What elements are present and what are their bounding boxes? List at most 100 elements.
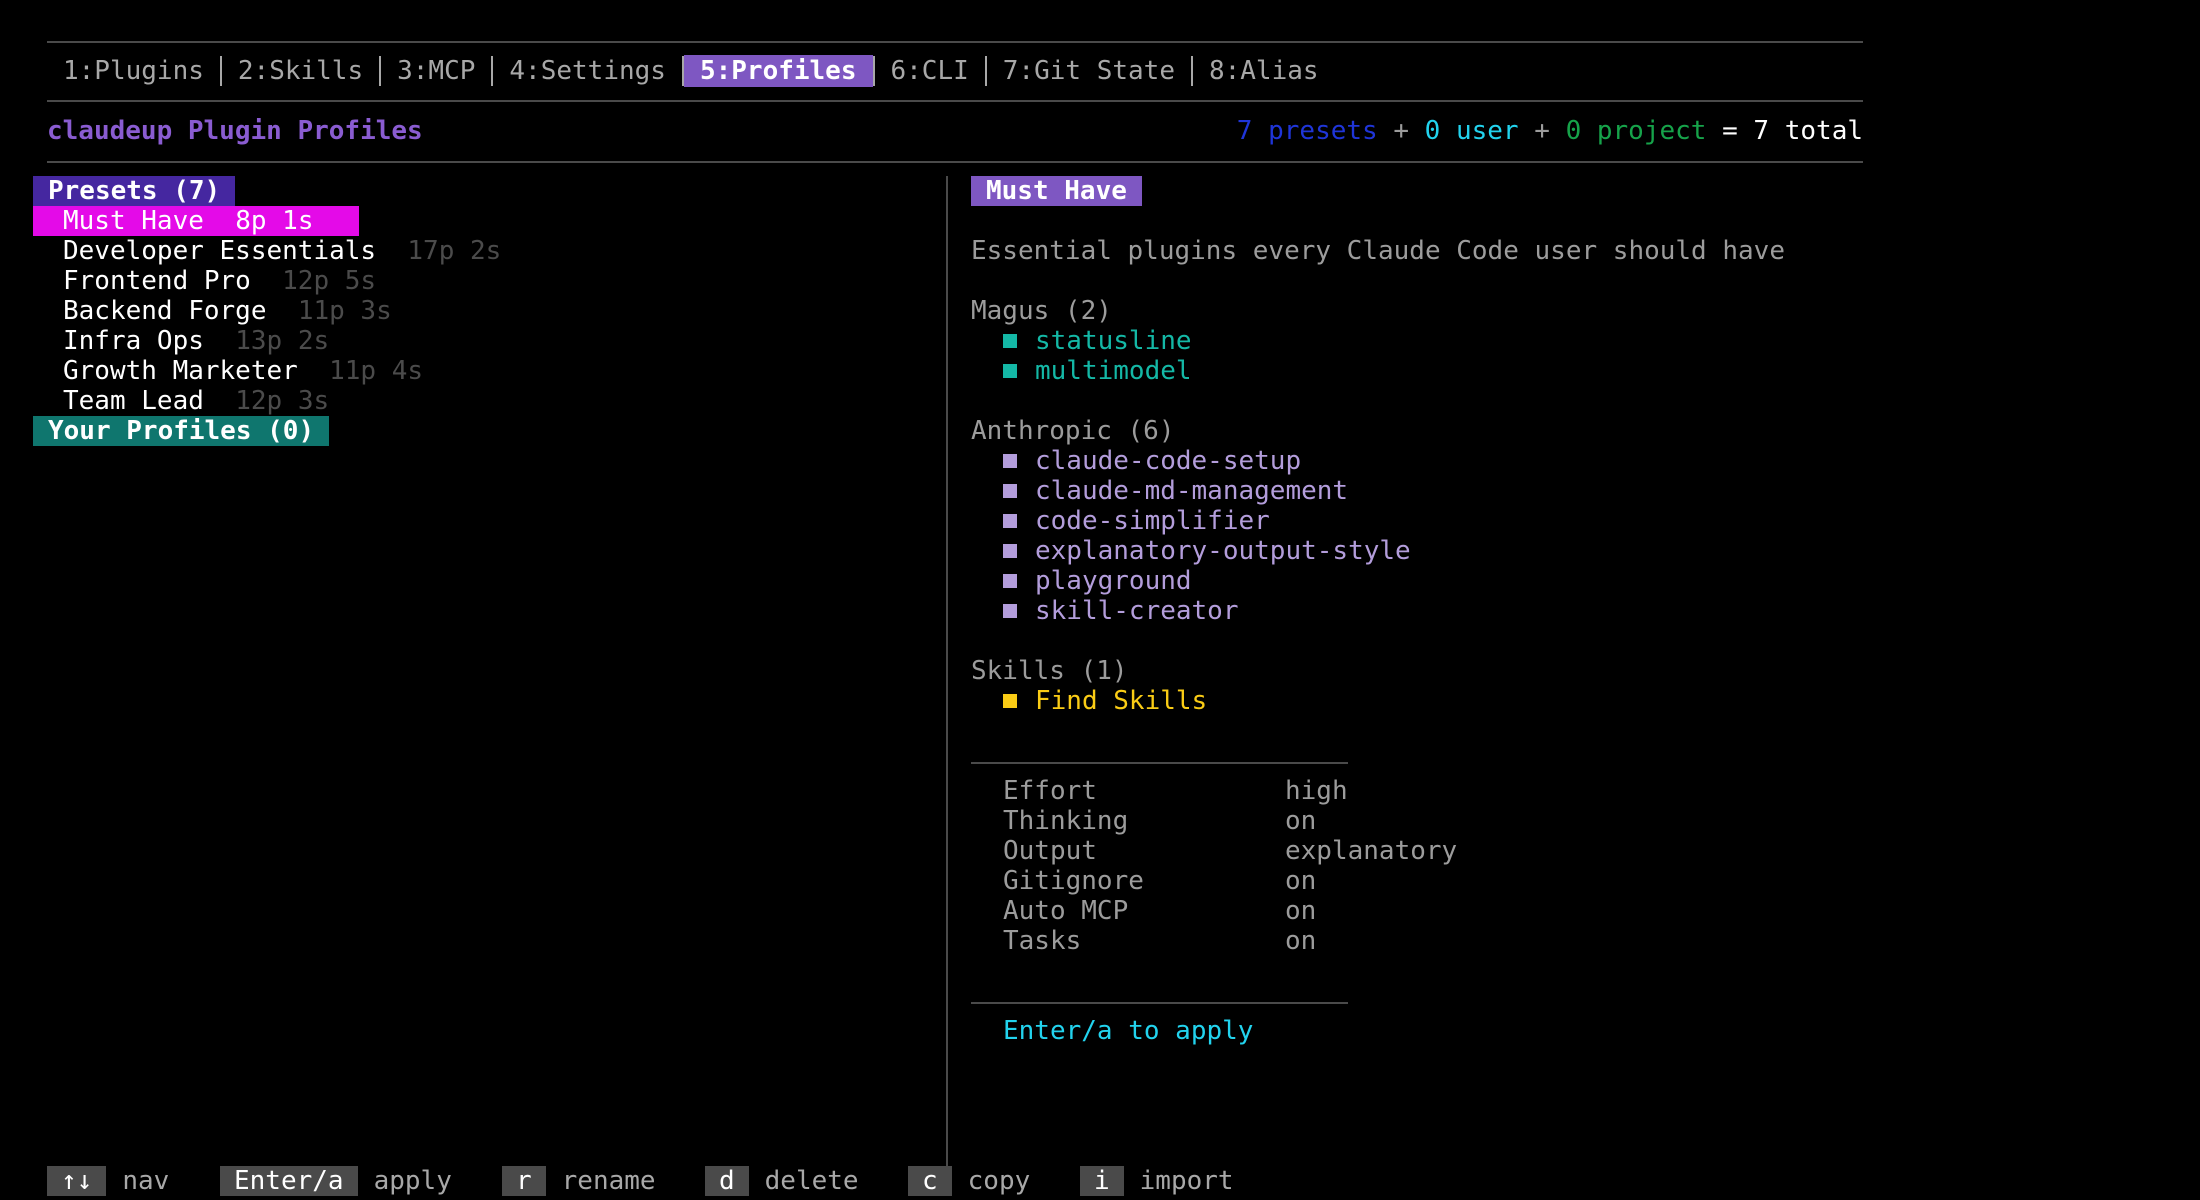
setting-value: on [1285, 806, 1317, 836]
preset-name: Backend Forge [63, 296, 267, 326]
preset-row-frontend-pro[interactable]: Frontend Pro 12p 5s [63, 266, 376, 296]
settings-top-divider [971, 762, 1348, 764]
square-bullet-icon [1003, 484, 1017, 498]
equals-sign: = [1706, 116, 1754, 146]
preset-name: Team Lead [63, 386, 204, 416]
plugin-name: playground [1035, 566, 1192, 596]
skill-item[interactable]: Find Skills [1003, 686, 1207, 716]
plugin-name: claude-code-setup [1035, 446, 1302, 476]
shortcut-apply[interactable]: Enter/a apply [220, 1166, 452, 1196]
key-d: d [705, 1166, 749, 1196]
key-i: i [1080, 1166, 1124, 1196]
presets-count: 7 [1236, 116, 1253, 146]
shortcut-label: nav [122, 1166, 170, 1196]
plugin-item[interactable]: playground [1003, 566, 1192, 596]
plugin-name: multimodel [1035, 356, 1192, 386]
tab-alias[interactable]: 8:Alias [1193, 55, 1335, 87]
pane-divider [946, 176, 948, 1176]
square-bullet-icon [1003, 514, 1017, 528]
shortcut-delete[interactable]: d delete [705, 1166, 859, 1196]
tab-profiles[interactable]: 5:Profiles [683, 55, 873, 87]
plugin-item[interactable]: claude-code-setup [1003, 446, 1301, 476]
header-bottom-border [47, 161, 1863, 163]
setting-value: on [1285, 866, 1317, 896]
shortcut-nav[interactable]: ↑↓ nav [47, 1166, 169, 1196]
tab-skills[interactable]: 2:Skills [222, 55, 379, 87]
square-bullet-icon [1003, 454, 1017, 468]
skill-name: Find Skills [1035, 686, 1208, 716]
setting-key: Tasks [1003, 926, 1082, 956]
preset-name: Must Have [63, 206, 204, 236]
tab-cli[interactable]: 6:CLI [875, 55, 985, 87]
preset-row-developer-essentials[interactable]: Developer Essentials 17p 2s [63, 236, 501, 266]
setting-key: Thinking [1003, 806, 1129, 836]
preset-row-growth-marketer[interactable]: Growth Marketer 11p 4s [63, 356, 423, 386]
plugin-item[interactable]: skill-creator [1003, 596, 1239, 626]
group-label-magus: Magus (2) [971, 296, 1112, 326]
shortcut-rename[interactable]: r rename [502, 1166, 656, 1196]
plugin-item[interactable]: code-simplifier [1003, 506, 1270, 536]
profile-counts: 7 presets + 0 user + 0 project = 7 total [1237, 116, 1863, 146]
total-count: 7 total [1753, 116, 1863, 146]
project-count: 0 [1565, 116, 1582, 146]
presets-label: presets [1252, 116, 1378, 146]
square-bullet-icon [1003, 334, 1017, 348]
preset-meta: 11p 4s [329, 356, 424, 386]
plugin-item[interactable]: multimodel [1003, 356, 1192, 386]
shortcut-copy[interactable]: c copy [908, 1166, 1030, 1196]
plugin-name: explanatory-output-style [1035, 536, 1411, 566]
setting-key: Auto MCP [1003, 896, 1129, 926]
tab-settings[interactable]: 4:Settings [493, 55, 682, 87]
setting-key: Effort [1003, 776, 1097, 806]
setting-value: explanatory [1285, 836, 1458, 866]
plugin-item[interactable]: statusline [1003, 326, 1192, 356]
your-profiles-section-header[interactable]: Your Profiles (0) [33, 416, 329, 446]
shortcut-import[interactable]: i import [1080, 1166, 1234, 1196]
preset-name: Growth Marketer [63, 356, 298, 386]
plugin-name: claude-md-management [1035, 476, 1349, 506]
project-label: project [1581, 116, 1707, 146]
shortcut-label: delete [764, 1166, 859, 1196]
settings-bottom-divider [971, 1002, 1348, 1004]
group-label-anthropic: Anthropic (6) [971, 416, 1175, 446]
tab-mcp[interactable]: 3:MCP [381, 55, 491, 87]
preset-row-must-have[interactable]: Must Have 8p 1s [33, 206, 359, 236]
plugin-item[interactable]: claude-md-management [1003, 476, 1348, 506]
key-c: c [908, 1166, 952, 1196]
square-bullet-icon [1003, 574, 1017, 588]
top-border [47, 41, 1863, 43]
plugin-name: code-simplifier [1035, 506, 1270, 536]
shortcut-label: copy [967, 1166, 1031, 1196]
setting-value: high [1285, 776, 1348, 806]
square-bullet-icon [1003, 694, 1017, 708]
plus-sign: + [1377, 116, 1425, 146]
page-title: claudeup Plugin Profiles [47, 116, 423, 146]
setting-value: on [1285, 896, 1317, 926]
preset-meta: 8p 1s [235, 206, 314, 236]
tab-git-state[interactable]: 7:Git State [987, 55, 1191, 87]
setting-key: Gitignore [1003, 866, 1144, 896]
plugin-item[interactable]: explanatory-output-style [1003, 536, 1411, 566]
preset-row-backend-forge[interactable]: Backend Forge 11p 3s [63, 296, 392, 326]
plugin-name: skill-creator [1035, 596, 1239, 626]
square-bullet-icon [1003, 544, 1017, 558]
shortcut-label: apply [373, 1166, 452, 1196]
plus-sign: + [1518, 116, 1566, 146]
preset-meta: 12p 5s [282, 266, 377, 296]
square-bullet-icon [1003, 364, 1017, 378]
preset-meta: 12p 3s [235, 386, 330, 416]
preset-meta: 13p 2s [235, 326, 330, 356]
preset-row-infra-ops[interactable]: Infra Ops 13p 2s [63, 326, 329, 356]
key-enter: Enter/a [220, 1166, 358, 1196]
preset-name: Infra Ops [63, 326, 204, 356]
preset-name: Frontend Pro [63, 266, 251, 296]
tab-plugins[interactable]: 1:Plugins [47, 55, 220, 87]
presets-section-header[interactable]: Presets (7) [33, 176, 235, 206]
key-r: r [502, 1166, 546, 1196]
detail-description: Essential plugins every Claude Code user… [971, 236, 1785, 266]
shortcut-label: rename [561, 1166, 656, 1196]
user-count: 0 [1424, 116, 1441, 146]
tab-bar: 1:Plugins 2:Skills 3:MCP 4:Settings 5:Pr… [47, 54, 1335, 88]
preset-row-team-lead[interactable]: Team Lead 12p 3s [63, 386, 329, 416]
tabbar-bottom-border [47, 100, 1863, 102]
